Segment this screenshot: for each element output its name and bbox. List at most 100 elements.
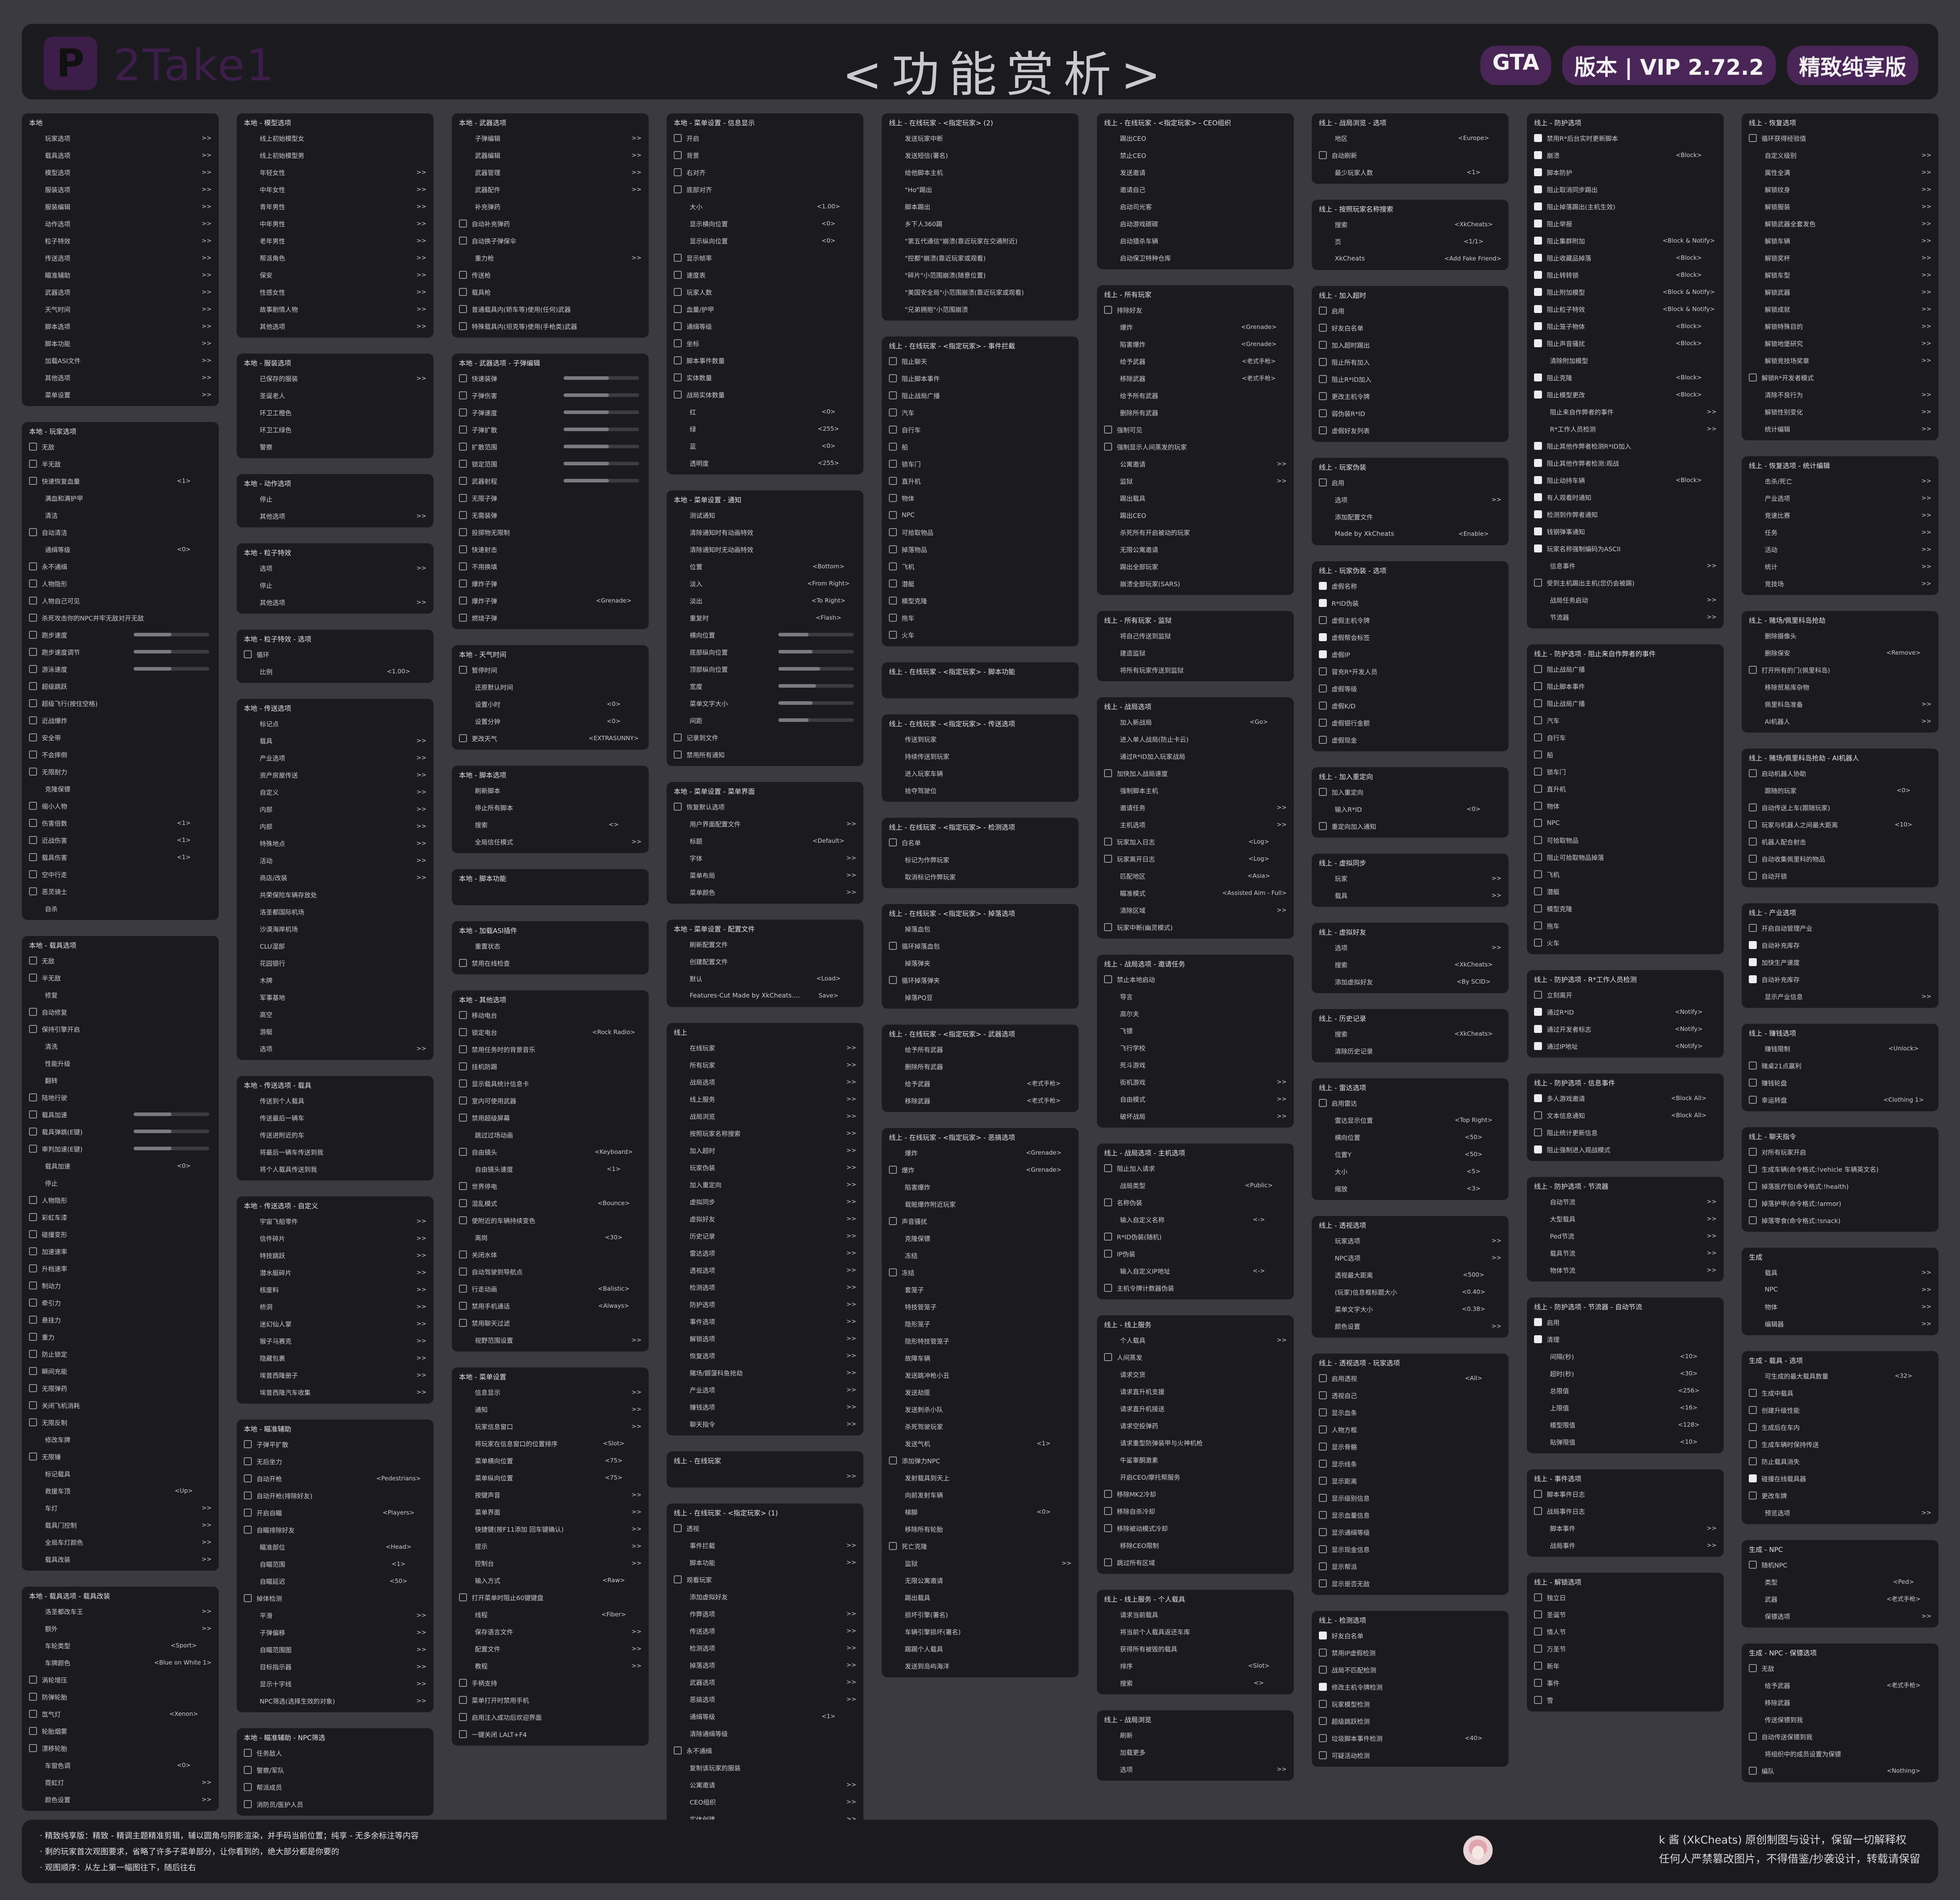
menu-item[interactable]: 投掷物无限制 bbox=[459, 523, 642, 541]
menu-item[interactable]: 洛圣都国际机场 bbox=[260, 903, 426, 920]
menu-item[interactable]: 其他选项 >> bbox=[260, 317, 426, 334]
menu-item[interactable]: 重置状态 bbox=[475, 937, 642, 954]
menu-item[interactable]: 额外 >> bbox=[45, 1620, 212, 1637]
menu-item[interactable]: 武器选项 >> bbox=[690, 1673, 856, 1690]
menu-item[interactable]: 间隔(秒) <10> bbox=[1550, 1348, 1717, 1365]
checkbox-checked-icon[interactable] bbox=[1534, 476, 1542, 484]
menu-item[interactable]: 禁用聊天过滤 bbox=[459, 1314, 642, 1331]
checkbox-icon[interactable] bbox=[1319, 1099, 1327, 1107]
menu-item[interactable]: 循环获得经验值 bbox=[1749, 129, 1931, 146]
checkbox-icon[interactable] bbox=[244, 1525, 252, 1534]
menu-item[interactable]: 车窗色调 <0> bbox=[45, 1756, 212, 1774]
checkbox-icon[interactable] bbox=[1534, 1627, 1542, 1636]
menu-item[interactable]: 霓虹灯 >> bbox=[45, 1774, 212, 1791]
menu-item[interactable]: 虚拟好友 >> bbox=[690, 1210, 856, 1227]
menu-item[interactable]: 检测选项 >> bbox=[690, 1278, 856, 1295]
menu-item[interactable]: 猴子马赛克 >> bbox=[260, 1332, 426, 1349]
menu-item[interactable]: 人物隐形 bbox=[29, 575, 212, 592]
menu-item[interactable]: R*ID伪装(随机) bbox=[1104, 1228, 1287, 1245]
menu-item[interactable]: 克隆保镖 bbox=[45, 780, 212, 797]
menu-item[interactable]: 产业选项 >> bbox=[690, 1381, 856, 1398]
menu-item[interactable]: 竞技场 >> bbox=[1765, 575, 1931, 592]
menu-item[interactable]: 子弹偏移 >> bbox=[260, 1624, 426, 1641]
menu-item[interactable]: 无敌 bbox=[29, 438, 212, 455]
checkbox-checked-icon[interactable] bbox=[1319, 1682, 1327, 1691]
checkbox-icon[interactable] bbox=[244, 1508, 252, 1517]
menu-item[interactable]: 对所有玩家开启 bbox=[1749, 1143, 1931, 1160]
menu-item[interactable]: 陆地行驶 bbox=[29, 1089, 212, 1106]
menu-item[interactable]: 禁止CEO bbox=[1120, 146, 1287, 163]
slider-track[interactable] bbox=[778, 667, 854, 671]
menu-item[interactable]: 空中行走 bbox=[29, 865, 212, 883]
checkbox-icon[interactable] bbox=[1534, 1610, 1542, 1618]
menu-item[interactable]: 克隆保镖 bbox=[905, 1229, 1071, 1247]
menu-item[interactable]: 行走动画 <Balistic> bbox=[459, 1280, 642, 1297]
menu-item[interactable]: 修复 bbox=[45, 986, 212, 1003]
menu-item[interactable]: 恢复选项 >> bbox=[690, 1347, 856, 1364]
checkbox-icon[interactable] bbox=[1319, 409, 1327, 417]
checkbox-icon[interactable] bbox=[29, 1213, 37, 1221]
menu-item[interactable]: 中年女性 >> bbox=[260, 181, 426, 198]
menu-item[interactable]: 阻止集群附加 <Block & Notify> bbox=[1534, 232, 1717, 249]
menu-item[interactable]: 解锁服装 >> bbox=[1765, 198, 1931, 215]
menu-item[interactable]: 故事剧情人物 >> bbox=[260, 300, 426, 317]
menu-item[interactable]: 梯脚 <0> bbox=[905, 1503, 1071, 1520]
menu-item[interactable]: 清除通缉等级 bbox=[690, 1725, 856, 1742]
menu-item[interactable]: 禁用R*后台实时更新脚本 bbox=[1534, 129, 1717, 146]
menu-item[interactable]: 自定义级别 >> bbox=[1765, 146, 1931, 163]
checkbox-icon[interactable] bbox=[1749, 1766, 1757, 1775]
menu-item[interactable]: 横向位置 bbox=[690, 626, 856, 643]
menu-item[interactable]: 清除历史记录 bbox=[1335, 1042, 1501, 1059]
menu-item[interactable]: 爆炸 <Grenade> bbox=[905, 1144, 1071, 1161]
menu-item[interactable]: 加快生产速度 bbox=[1749, 953, 1931, 970]
menu-item[interactable]: 启用注入成功后欢迎界面 bbox=[459, 1708, 642, 1725]
menu-item[interactable]: 传送到玩家 bbox=[905, 730, 1071, 747]
checkbox-icon[interactable] bbox=[1104, 1490, 1112, 1498]
menu-item[interactable]: 战局浏览 >> bbox=[690, 1107, 856, 1124]
checkbox-icon[interactable] bbox=[1104, 923, 1112, 931]
menu-item[interactable]: 虚假等级 bbox=[1319, 680, 1501, 697]
menu-item[interactable]: 内部 >> bbox=[260, 817, 426, 834]
menu-item[interactable]: 传送到个人载具 bbox=[260, 1092, 426, 1109]
menu-item[interactable]: 清洁 bbox=[45, 506, 212, 523]
menu-item[interactable]: 自由镜头速度 <1> bbox=[475, 1160, 642, 1177]
menu-item[interactable]: 特殊载具内(坦克等)使用(手枪类)武器 bbox=[459, 317, 642, 334]
menu-item[interactable]: 显示线条 bbox=[1319, 1455, 1501, 1472]
menu-item[interactable]: IP伪装 bbox=[1104, 1245, 1287, 1262]
checkbox-checked-icon[interactable] bbox=[1534, 151, 1542, 159]
menu-item[interactable]: 位置Y <50> bbox=[1335, 1145, 1501, 1163]
menu-item[interactable]: 武器选项 >> bbox=[45, 283, 212, 300]
menu-item[interactable]: 搜索 <XkCheats> bbox=[1335, 1025, 1501, 1042]
menu-item[interactable]: 全局信任模式 >> bbox=[475, 833, 642, 850]
checkbox-icon[interactable] bbox=[889, 562, 897, 570]
checkbox-icon[interactable] bbox=[1319, 1476, 1327, 1485]
checkbox-icon[interactable] bbox=[29, 1298, 37, 1307]
menu-item[interactable]: 输入R*ID <0> bbox=[1335, 800, 1501, 817]
menu-item[interactable]: 重力枪 >> bbox=[475, 249, 642, 266]
menu-item[interactable]: 虚拟同步 >> bbox=[690, 1193, 856, 1210]
menu-item[interactable]: 自行车 bbox=[1534, 729, 1717, 746]
slider-track[interactable] bbox=[564, 445, 639, 448]
menu-item[interactable]: 通过IP地址 <Notify> bbox=[1534, 1037, 1717, 1054]
checkbox-checked-icon[interactable] bbox=[1534, 288, 1542, 296]
checkbox-icon[interactable] bbox=[674, 733, 682, 741]
menu-item[interactable]: 防止载具消失 bbox=[1749, 1453, 1931, 1470]
menu-item[interactable]: 蓝 <0> bbox=[690, 437, 856, 454]
menu-item[interactable]: 更改车牌 bbox=[1749, 1487, 1931, 1504]
checkbox-checked-icon[interactable] bbox=[1534, 322, 1542, 330]
menu-item[interactable]: Made by XkCheats <Enable> bbox=[1335, 525, 1501, 542]
checkbox-icon[interactable] bbox=[459, 1028, 467, 1036]
menu-item[interactable]: 检测选项 >> bbox=[690, 1639, 856, 1656]
menu-item[interactable]: 虚假K/D bbox=[1319, 697, 1501, 714]
checkbox-icon[interactable] bbox=[459, 1011, 467, 1019]
menu-item[interactable]: 超时(秒) <30> bbox=[1550, 1365, 1717, 1382]
menu-item[interactable]: 脚本事件数量 bbox=[674, 352, 856, 369]
menu-item[interactable]: 给予所有武器 bbox=[905, 1040, 1071, 1058]
checkbox-icon[interactable] bbox=[29, 1230, 37, 1238]
menu-item[interactable]: 标题 <Default> bbox=[690, 832, 856, 849]
checkbox-icon[interactable] bbox=[889, 528, 897, 536]
menu-item[interactable]: 菜单布局 >> bbox=[690, 866, 856, 883]
checkbox-icon[interactable] bbox=[1749, 1560, 1757, 1569]
menu-item[interactable]: 阻止取消同步踢出 bbox=[1534, 181, 1717, 198]
menu-item[interactable]: 载具节流 >> bbox=[1550, 1244, 1717, 1261]
